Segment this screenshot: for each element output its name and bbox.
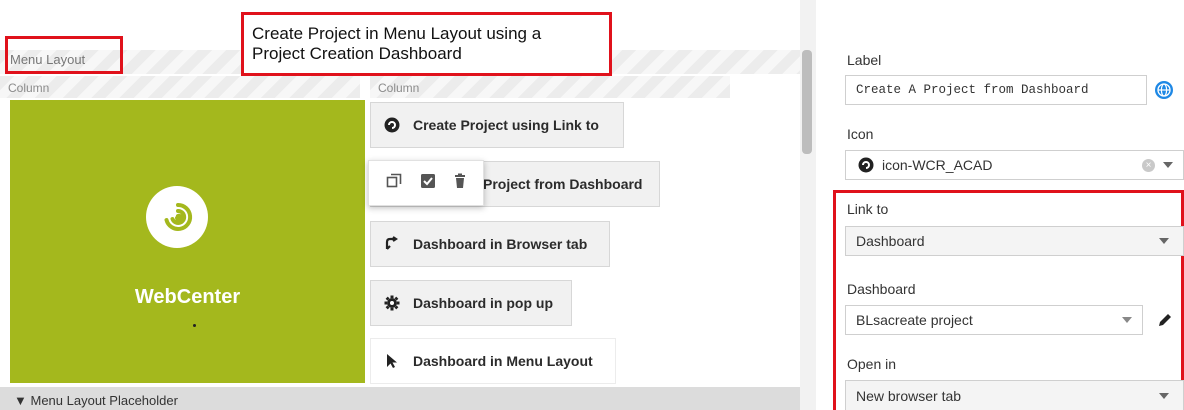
scrollbar-thumb[interactable] xyxy=(802,50,812,154)
expand-triangle-icon[interactable]: ▼ xyxy=(14,393,27,408)
column-header-left: Column xyxy=(0,76,360,98)
annotation-title-box: Create Project in Menu Layout using a Pr… xyxy=(241,12,612,76)
link-to-select[interactable]: Dashboard xyxy=(845,226,1184,256)
item-toolbar-popup xyxy=(368,160,484,206)
icon-preview-icon xyxy=(858,157,874,173)
menu-button-dashboard-browser-tab[interactable]: Dashboard in Browser tab xyxy=(370,221,610,267)
annotation-box-link-settings xyxy=(833,190,1184,410)
menu-button-label: Dashboard in Menu Layout xyxy=(413,353,593,369)
open-in-select-value: New browser tab xyxy=(856,387,962,404)
chevron-down-icon[interactable] xyxy=(1122,317,1132,323)
menu-button-label: Dashboard in pop up xyxy=(413,295,553,311)
link-to-field-title: Link to xyxy=(847,201,889,217)
label-input-value: Create A Project from Dashboard xyxy=(856,83,1089,97)
label-field-title: Label xyxy=(847,52,882,68)
dashboard-select[interactable]: BLsacreate project xyxy=(845,305,1143,335)
edit-pencil-icon[interactable] xyxy=(1156,311,1174,329)
icon-select-value: icon-WCR_ACAD xyxy=(882,157,993,173)
copy-icon[interactable] xyxy=(386,173,402,194)
menu-button-label: Create Project using Link to xyxy=(413,117,599,133)
clear-icon[interactable]: × xyxy=(1142,158,1155,172)
annotation-title-line1: Create Project in Menu Layout using a xyxy=(252,24,542,43)
menu-button-label: Project from Dashboard xyxy=(483,176,643,192)
delete-icon[interactable] xyxy=(454,173,466,194)
webcenter-brand-text: WebCenter xyxy=(134,286,241,308)
link-to-select-value: Dashboard xyxy=(856,233,925,249)
menu-button-create-project-link[interactable]: Create Project using Link to xyxy=(370,102,624,148)
menu-button-dashboard-popup[interactable]: Dashboard in pop up xyxy=(370,280,572,326)
chevron-down-icon[interactable] xyxy=(1163,162,1173,168)
checkbox-icon[interactable] xyxy=(420,173,436,194)
annotation-title-line2: Project Creation Dashboard xyxy=(252,44,462,63)
create-project-icon xyxy=(383,116,401,134)
column-label: Column xyxy=(8,81,50,95)
icon-field-title: Icon xyxy=(847,126,874,142)
open-in-select[interactable]: New browser tab xyxy=(845,380,1184,410)
globe-icon[interactable] xyxy=(1155,81,1173,99)
annotation-box-menu-layout xyxy=(5,36,123,74)
placeholder-label: Menu Layout Placeholder xyxy=(30,393,178,408)
menu-layout-placeholder[interactable]: ▼ Menu Layout Placeholder xyxy=(0,387,800,410)
cursor-arrow-icon xyxy=(383,352,401,370)
icon-select[interactable]: icon-WCR_ACAD × xyxy=(845,150,1184,180)
open-in-field-title: Open in xyxy=(847,356,897,372)
decorative-dot xyxy=(193,324,196,327)
chevron-down-icon[interactable] xyxy=(1159,238,1169,244)
swirl-icon xyxy=(164,202,193,231)
label-input[interactable]: Create A Project from Dashboard xyxy=(845,75,1147,105)
webcenter-logo xyxy=(146,186,208,248)
dashboard-select-value: BLsacreate project xyxy=(856,312,973,328)
gear-icon xyxy=(383,294,401,312)
menu-button-label: Dashboard in Browser tab xyxy=(413,236,588,252)
menu-button-dashboard-menu-layout[interactable]: Dashboard in Menu Layout xyxy=(370,338,616,384)
open-browser-icon xyxy=(383,235,401,253)
dashboard-field-title: Dashboard xyxy=(847,281,916,297)
column-label: Column xyxy=(378,81,420,95)
column-header-right: Column xyxy=(370,76,730,98)
chevron-down-icon[interactable] xyxy=(1159,392,1169,399)
